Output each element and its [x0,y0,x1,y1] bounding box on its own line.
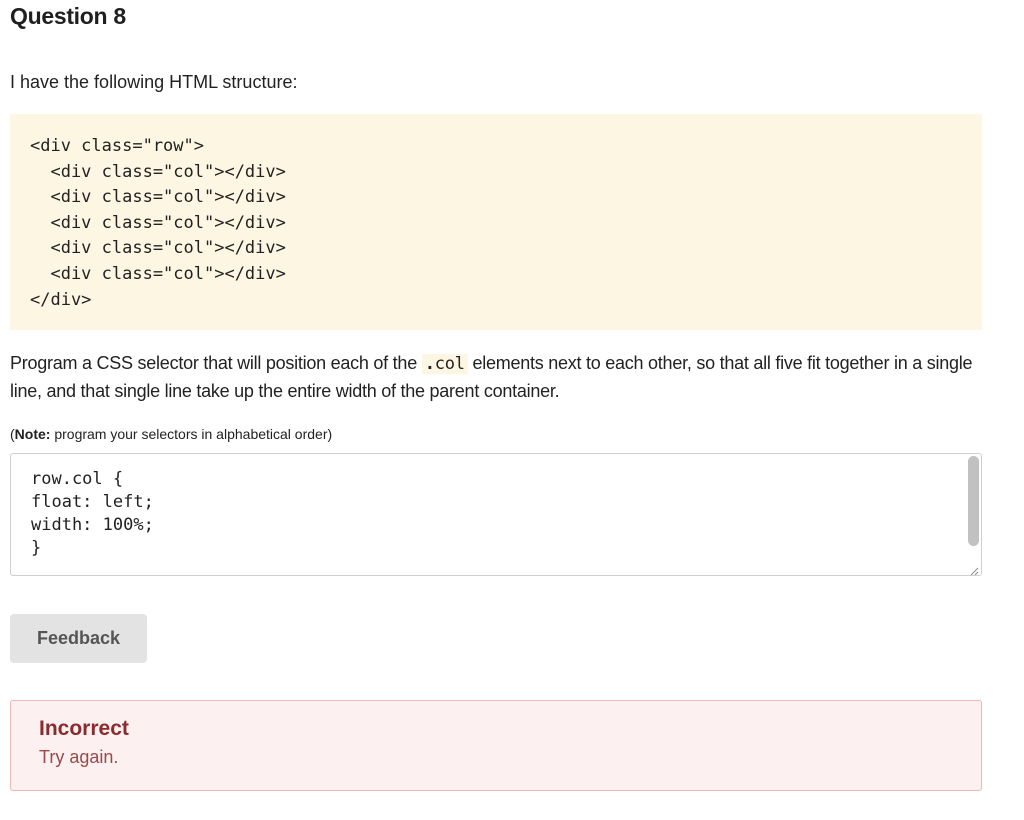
code-line: </div> [30,289,92,310]
note: (Note: program your selectors in alphabe… [10,426,332,442]
code-line: <div class="col"></div> [30,187,286,208]
answer-scrollbar[interactable] [967,456,979,573]
prompt-text-before: Program a CSS selector that will positio… [10,353,422,373]
inline-code-word: col [434,354,465,374]
question-title: Question 8 [10,3,126,29]
answer-scrollbar-thumb[interactable] [968,456,979,546]
html-code: <div class="row"> <div class="col"></div… [30,134,982,313]
inline-code-col: .col [421,354,468,374]
html-code-block: <div class="row"> <div class="col"></div… [10,114,982,330]
result-alert: Incorrect Try again. [10,700,982,791]
answer-textarea[interactable]: row.col { float: left; width: 100%; } [10,453,982,576]
code-line: <div class="col"></div> [30,212,286,233]
note-label: Note: [14,426,51,442]
result-message: Try again. [39,747,119,767]
code-line: <div class="col"></div> [30,161,286,182]
inline-code-dot: . [424,354,435,374]
code-line: <div class="col"></div> [30,263,286,284]
resize-handle-icon[interactable] [969,563,979,575]
question-intro: I have the following HTML structure: [10,72,298,92]
code-line: <div class="row"> [30,136,204,156]
note-text: program your selectors in alphabetical o… [50,426,333,442]
answer-text[interactable]: row.col { float: left; width: 100%; } [31,468,981,560]
question-prompt: Program a CSS selector that will positio… [10,350,985,405]
feedback-button[interactable]: Feedback [10,614,147,663]
code-line: <div class="col"></div> [30,238,286,259]
result-status: Incorrect [39,717,129,740]
